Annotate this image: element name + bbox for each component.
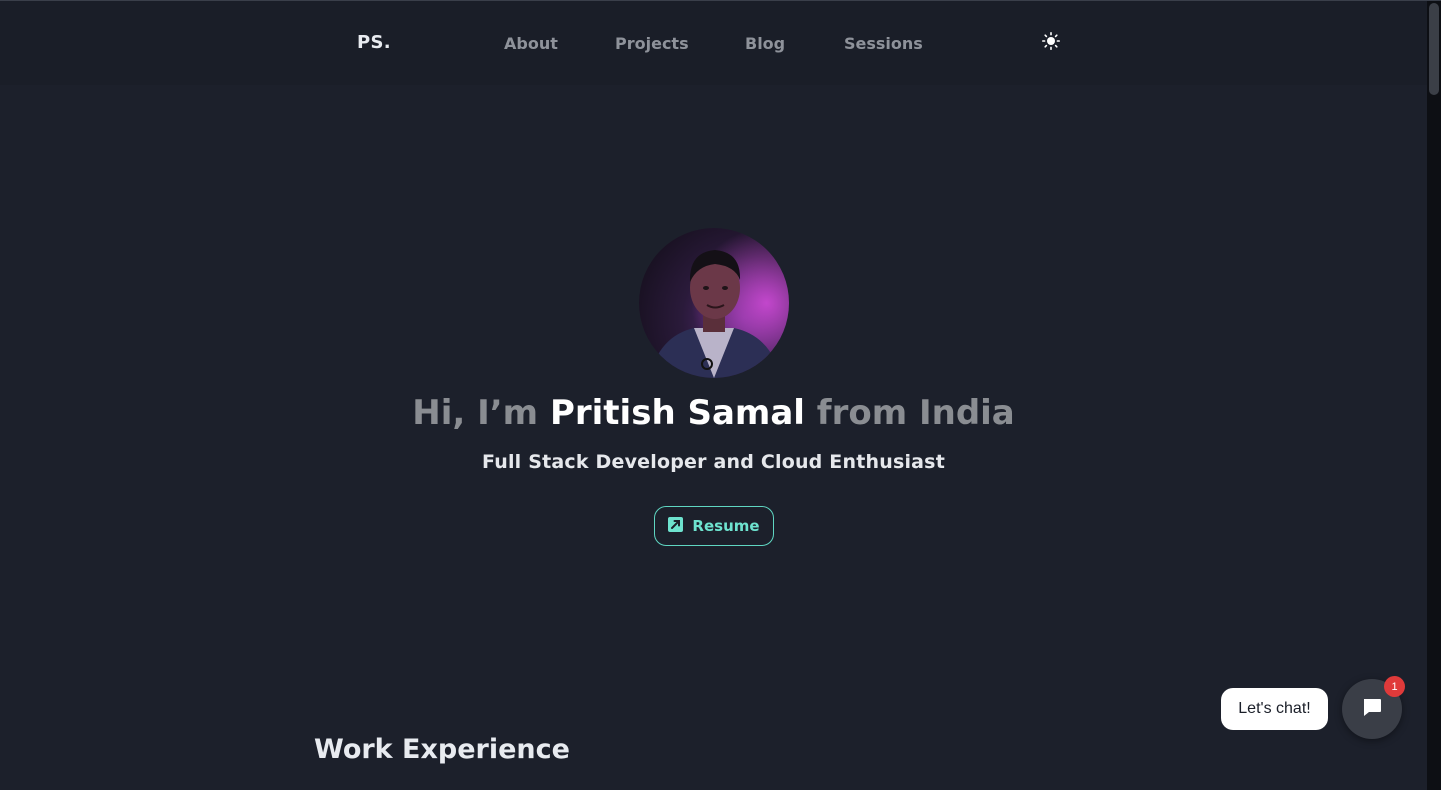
nav-link-projects[interactable]: Projects [615, 34, 689, 53]
hero-subtitle: Full Stack Developer and Cloud Enthusias… [482, 451, 945, 473]
site-logo[interactable]: PS. [357, 32, 391, 53]
page-scrollbar[interactable] [1427, 1, 1441, 790]
page: PS. About Projects Blog Sessions Hi, I’m… [0, 0, 1441, 790]
nav-link-blog[interactable]: Blog [745, 34, 785, 53]
sun-icon [1042, 32, 1061, 54]
resume-button[interactable]: Resume [654, 506, 774, 546]
hero-headline: Hi, I’m Pritish Samal from India [0, 393, 1427, 433]
hero-location: from India [804, 393, 1015, 433]
external-link-icon [668, 516, 684, 536]
nav-link-sessions[interactable]: Sessions [844, 34, 923, 53]
site-header: PS. About Projects Blog Sessions [0, 1, 1427, 85]
resume-button-label: Resume [692, 517, 760, 535]
chat-unread-badge: 1 [1384, 676, 1405, 697]
hero-name: Pritish Samal [549, 393, 805, 433]
chat-icon [1361, 696, 1383, 722]
work-experience-heading: Work Experience [314, 734, 570, 765]
scrollbar-thumb[interactable] [1429, 3, 1439, 95]
nav-link-about[interactable]: About [504, 34, 558, 53]
profile-avatar [639, 228, 789, 378]
theme-toggle-button[interactable] [1040, 32, 1062, 54]
hero-greeting: Hi, I’m [412, 393, 550, 433]
chat-prompt-bubble[interactable]: Let's chat! [1221, 688, 1328, 730]
